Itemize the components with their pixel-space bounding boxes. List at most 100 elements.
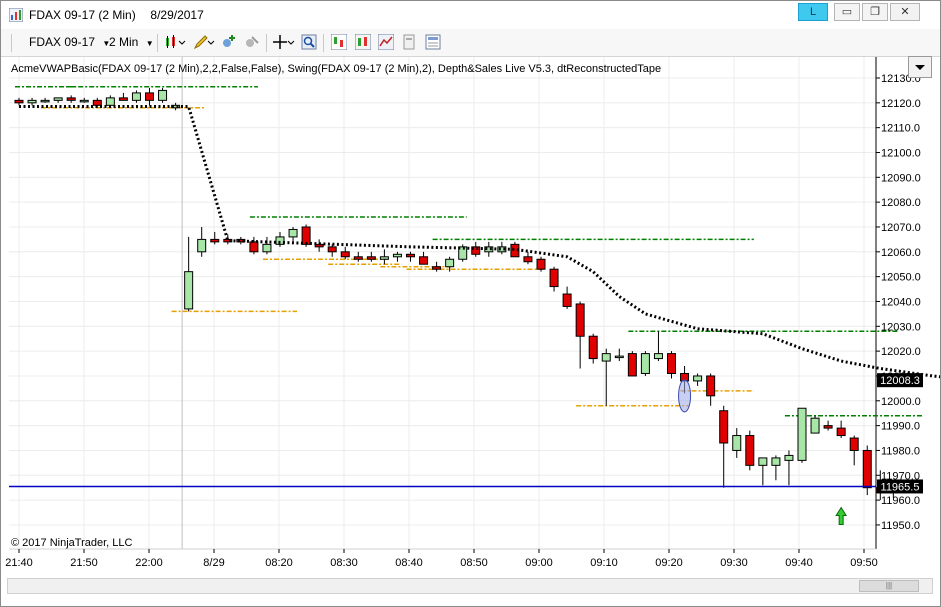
candle-up [288, 228, 298, 238]
indicators-icon[interactable] [331, 34, 347, 50]
candle-up [640, 353, 650, 374]
candle-up [771, 457, 781, 466]
candle-down [588, 335, 598, 360]
candle-down [719, 410, 729, 444]
candle-down [419, 256, 429, 265]
bar-type-icon[interactable] [164, 34, 186, 50]
candle-down [536, 258, 546, 270]
price-tick-label: 12020.0 [881, 346, 921, 358]
time-tick-label: 08:40 [395, 557, 423, 569]
candle-down [745, 435, 755, 466]
candle-down [862, 449, 872, 489]
price-tick-label: 11990.0 [881, 421, 920, 433]
price-axis-menu-button[interactable] [908, 56, 932, 78]
restore-button[interactable]: ❐ [862, 3, 888, 21]
price-tick-label: 12040.0 [881, 296, 921, 308]
time-tick-label: 08:30 [330, 557, 358, 569]
vwap-price-badge: 12008.3 [877, 373, 923, 388]
window-title-instrument: FDAX 09-17 (2 Min) [29, 8, 136, 22]
price-tick-label: 11980.0 [881, 445, 920, 457]
time-tick-label: 08:50 [460, 557, 488, 569]
price-tick-label: 12110.0 [881, 123, 920, 135]
candle-up [601, 353, 611, 362]
strategies-icon[interactable] [355, 34, 371, 50]
time-tick-label: 09:20 [655, 557, 683, 569]
candle-up [53, 97, 63, 101]
candle-up [379, 256, 389, 260]
candle-up [40, 99, 50, 103]
time-tick-label: 09:40 [785, 557, 813, 569]
candle-up [158, 89, 168, 101]
interval-selector[interactable]: 2 Min ▼ [109, 35, 154, 49]
toolbar-separator [323, 34, 324, 52]
candle-down [249, 241, 259, 253]
horizontal-scrollbar[interactable]: ||| [7, 578, 933, 594]
price-chart[interactable]: 12130.012120.012110.012100.012090.012080… [1, 57, 940, 577]
candle-up [732, 435, 742, 451]
candle-down [210, 238, 220, 243]
price-tick-label: 12050.0 [881, 272, 921, 284]
toolbar-grip [11, 34, 12, 52]
interval-label: 2 Min [109, 35, 139, 49]
candle-up [79, 99, 89, 103]
candle-down [366, 256, 376, 260]
title-bar[interactable]: FDAX 09-17 (2 Min) 8/29/2017 L ▭ ❐ ✕ [1, 1, 940, 29]
indicator-label: AcmeVWAPBasic(FDAX 09-17 (2 Min),2,2,Fal… [11, 63, 661, 75]
candle-down [14, 99, 24, 104]
candle-up [105, 97, 115, 106]
time-tick-label: 09:50 [850, 557, 878, 569]
chart-toolbar: FDAX 09-17 ▼ 2 Min ▼ [1, 29, 940, 57]
price-tick-label: 12120.0 [881, 98, 921, 110]
candle-down [327, 246, 337, 253]
price-tick-label: 12070.0 [881, 222, 921, 234]
candle-down [562, 293, 572, 307]
candle-up [131, 92, 141, 101]
candle-down [706, 375, 716, 397]
time-tick-label: 09:00 [525, 557, 553, 569]
candle-down [823, 425, 833, 429]
minimize-button[interactable]: ▭ [834, 3, 860, 21]
time-tick-label: 09:10 [590, 557, 618, 569]
candle-up [784, 454, 794, 461]
candle-down [353, 256, 363, 260]
chart-window: FDAX 09-17 (2 Min) 8/29/2017 L ▭ ❐ ✕ FDA… [0, 0, 941, 607]
candle-down [667, 353, 676, 374]
window-title-date: 8/29/2017 [150, 8, 204, 22]
candle-down [549, 268, 559, 288]
candle-up [197, 238, 207, 253]
price-tick-label: 12100.0 [881, 147, 921, 159]
chevron-down-icon: ▼ [145, 39, 154, 48]
candle-down [92, 99, 102, 106]
link-button[interactable]: L [798, 3, 828, 21]
vwap-price-label: 12008.3 [880, 375, 920, 387]
candle-down [118, 97, 128, 101]
time-tick-label: 21:50 [70, 557, 98, 569]
candle-up [445, 258, 455, 268]
candle-up [262, 243, 272, 253]
price-tick-label: 12000.0 [881, 396, 921, 408]
snapshot-icon[interactable] [401, 34, 417, 50]
chart-style-icon[interactable] [378, 34, 394, 50]
candle-down [836, 427, 846, 437]
price-tick-label: 12060.0 [881, 247, 921, 259]
candle-up [758, 457, 768, 466]
candle-up [653, 353, 663, 360]
candle-up [614, 355, 624, 359]
time-tick-label: 09:30 [720, 557, 748, 569]
selection-ellipse-marker [678, 379, 692, 413]
instrument-selector[interactable]: FDAX 09-17 ▼ [29, 35, 110, 49]
pin-add-icon[interactable] [221, 34, 237, 50]
drawing-tool-pencil-icon[interactable] [193, 34, 215, 50]
price-tick-label: 12080.0 [881, 197, 921, 209]
pin-remove-icon[interactable] [244, 34, 260, 50]
last-price-label: 11965.5 [881, 481, 920, 493]
data-box-icon[interactable] [425, 34, 441, 50]
close-button[interactable]: ✕ [890, 3, 920, 21]
candle-down [145, 92, 154, 101]
chevron-down-icon [915, 65, 925, 70]
chart-app-icon [9, 8, 23, 22]
zoom-icon[interactable] [301, 34, 317, 50]
scrollbar-thumb[interactable]: ||| [859, 580, 919, 592]
crosshair-icon[interactable] [273, 34, 295, 50]
time-tick-label: 8/29 [203, 557, 224, 569]
